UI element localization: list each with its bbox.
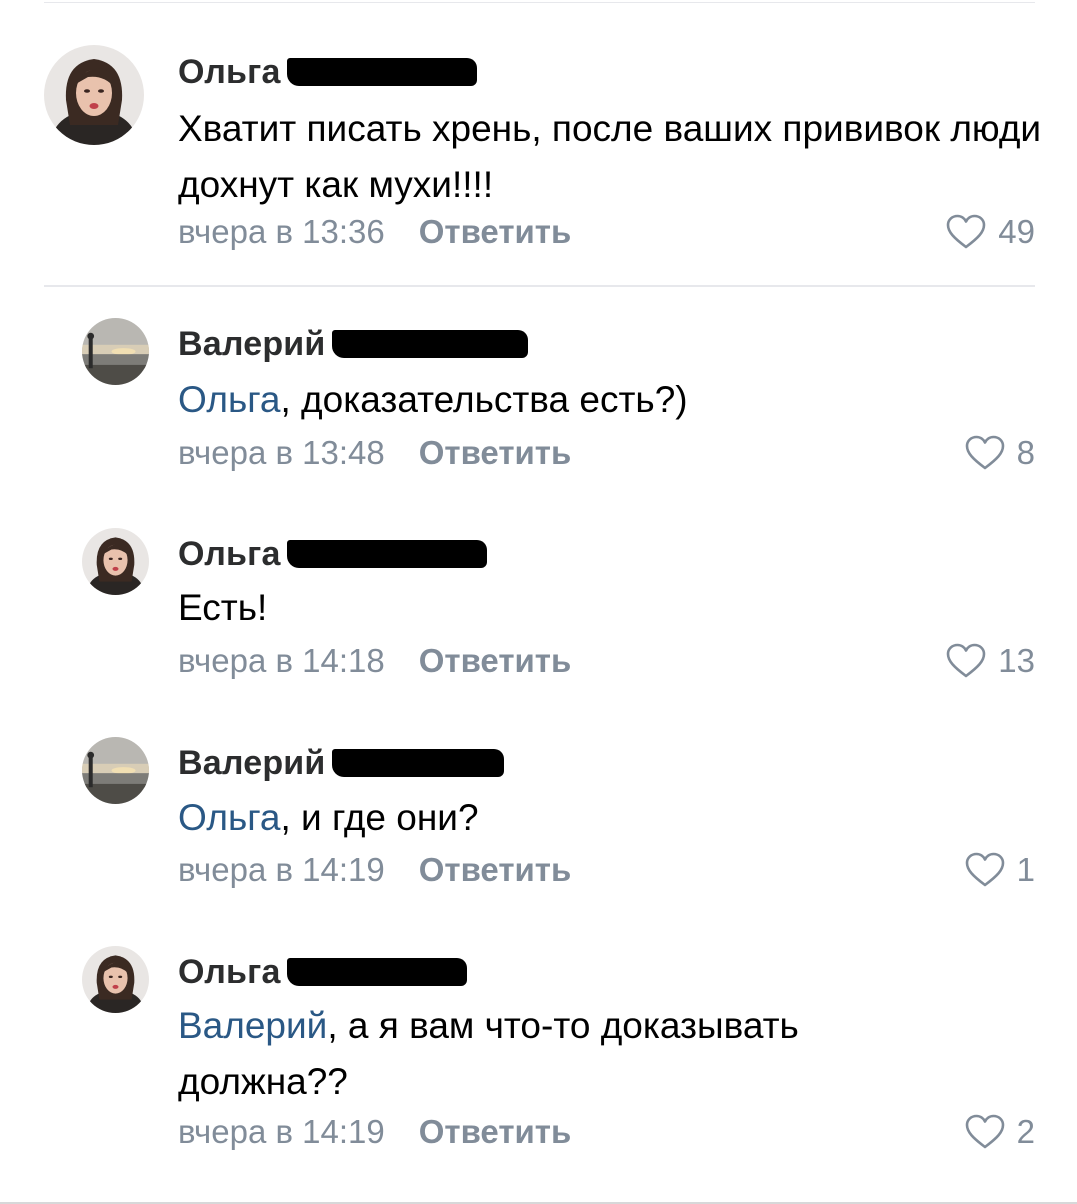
comment-meta: вчера в 13:36 Ответить (178, 210, 571, 254)
comment-time: вчера в 14:19 (178, 1113, 385, 1150)
avatar[interactable] (82, 737, 149, 804)
redacted-surname (286, 540, 487, 568)
avatar[interactable] (82, 318, 149, 385)
like-button[interactable]: 49 (946, 210, 1035, 254)
thread-divider (44, 285, 1035, 287)
like-count: 2 (1016, 1113, 1035, 1150)
comment-meta: вчера в 14:19 Ответить (178, 1110, 571, 1154)
comment-meta: вчера в 14:19 Ответить (178, 848, 571, 892)
redacted-surname (331, 330, 528, 358)
avatar[interactable] (82, 528, 149, 595)
comment-time: вчера в 14:18 (178, 642, 385, 679)
like-count: 13 (998, 642, 1035, 679)
like-count: 1 (1016, 851, 1035, 888)
comment-body: , и где они? (280, 797, 479, 838)
top-divider (44, 2, 1035, 3)
heart-icon (946, 643, 986, 679)
author-name[interactable]: Ольга (178, 535, 281, 574)
author-row: Валерий (178, 322, 528, 366)
comment-body: , а я вам что-то доказывать (327, 1005, 799, 1046)
reply-button[interactable]: Ответить (419, 434, 572, 472)
comment-text: Ольга, и где они? (178, 790, 479, 846)
heart-icon (965, 852, 1005, 888)
heart-icon (965, 1114, 1005, 1150)
comment-text: Есть! (178, 587, 268, 628)
author-name[interactable]: Валерий (178, 744, 326, 783)
comment-time: вчера в 13:36 (178, 213, 385, 250)
like-button[interactable]: 1 (965, 848, 1035, 892)
like-button[interactable]: 13 (946, 639, 1035, 683)
comment-text: Хватит писать хрень, после ваших прививо… (178, 108, 1042, 205)
author-name[interactable]: Валерий (178, 325, 326, 364)
author-row: Валерий (178, 741, 504, 785)
author-row: Ольга (178, 950, 467, 994)
like-button[interactable]: 8 (965, 431, 1035, 475)
mention-link[interactable]: Ольга (178, 379, 281, 420)
redacted-surname (286, 58, 477, 86)
comment-body-line2: должна?? (178, 1061, 348, 1102)
like-button[interactable]: 2 (965, 1110, 1035, 1154)
avatar[interactable] (44, 45, 144, 145)
reply-button[interactable]: Ответить (419, 213, 572, 251)
like-count: 49 (998, 213, 1035, 250)
author-name[interactable]: Ольга (178, 953, 281, 992)
comment-meta: вчера в 14:18 Ответить (178, 639, 571, 683)
comment-text: Валерий, а я вам что-то доказывать должн… (178, 998, 799, 1110)
comment-meta: вчера в 13:48 Ответить (178, 431, 571, 475)
comment-body: , доказательства есть?) (280, 379, 688, 420)
author-row: Ольга (178, 50, 477, 94)
comment-text: Ольга, доказательства есть?) (178, 372, 688, 428)
heart-icon (946, 214, 986, 250)
comment-time: вчера в 13:48 (178, 434, 385, 471)
like-count: 8 (1016, 434, 1035, 471)
avatar[interactable] (82, 946, 149, 1013)
comment-time: вчера в 14:19 (178, 851, 385, 888)
author-row: Ольга (178, 532, 487, 576)
mention-link[interactable]: Валерий (178, 1005, 327, 1046)
reply-button[interactable]: Ответить (419, 1113, 572, 1151)
mention-link[interactable]: Ольга (178, 797, 281, 838)
heart-icon (965, 435, 1005, 471)
author-name[interactable]: Ольга (178, 53, 281, 92)
reply-button[interactable]: Ответить (419, 642, 572, 680)
redacted-surname (286, 958, 467, 986)
reply-button[interactable]: Ответить (419, 851, 572, 889)
redacted-surname (331, 749, 504, 777)
